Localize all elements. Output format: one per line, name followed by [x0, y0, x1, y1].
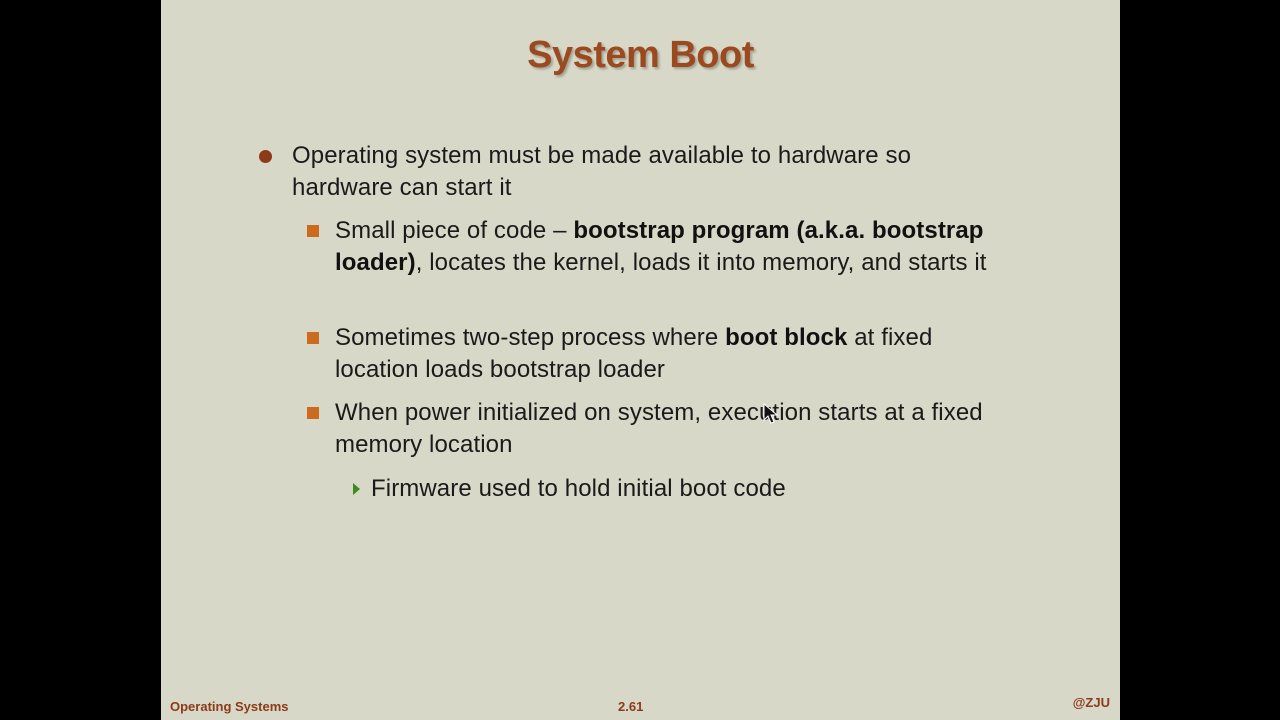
text-run: Small piece of code – [335, 217, 574, 244]
slide-content: Operating system must be made available … [161, 0, 1120, 720]
footer-course-name: Operating Systems [170, 699, 289, 714]
bullet-level1-text: Operating system must be made available … [292, 142, 912, 201]
footer-page-number: 2.61 [618, 699, 644, 714]
mouse-pointer-icon [763, 403, 779, 424]
bullet-level2-text: Sometimes two-step process where boot bl… [335, 322, 995, 386]
text-run: Sometimes two-step process where [335, 324, 726, 351]
square-bullet-icon [307, 225, 319, 237]
bullet-level3-text: Firmware used to hold initial boot code [371, 475, 786, 502]
footer-affiliation: @ZJU [1072, 695, 1110, 710]
triangle-bullet-icon [353, 483, 360, 495]
presentation-screen: System Boot Operating system must be mad… [0, 0, 1280, 720]
square-bullet-icon [307, 407, 319, 419]
text-run: , locates the kernel, loads it into memo… [415, 249, 987, 276]
bold-term: boot block [725, 324, 848, 351]
round-bullet-icon [259, 150, 272, 163]
bullet-level2-text: Small piece of code – bootstrap program … [335, 215, 995, 279]
slide: System Boot Operating system must be mad… [161, 0, 1120, 720]
bullet-level2-text: When power initialized on system, execut… [335, 399, 983, 458]
square-bullet-icon [307, 332, 319, 344]
